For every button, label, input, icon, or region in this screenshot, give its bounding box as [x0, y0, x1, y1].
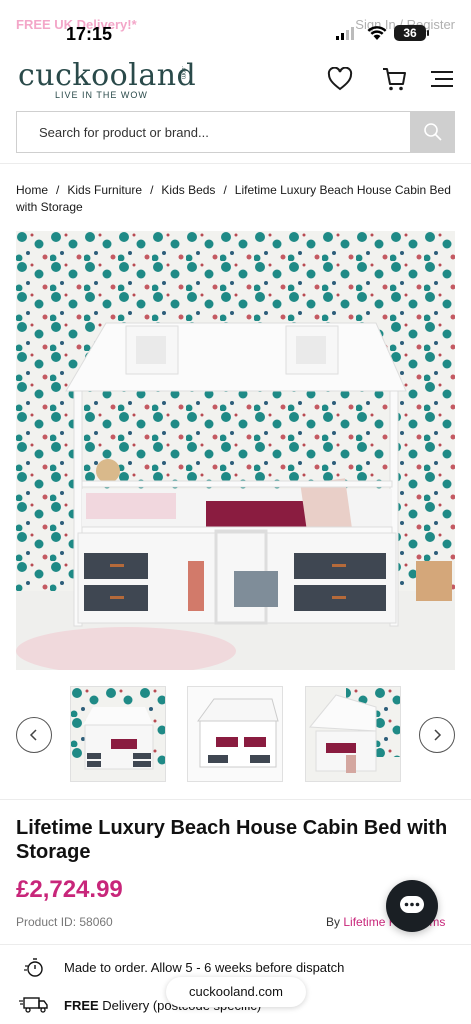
thumbnail-1[interactable] — [70, 686, 166, 782]
carousel-next-button[interactable] — [419, 717, 455, 753]
logo-suffix: .com — [180, 66, 186, 80]
delivery-free-label: FREE — [64, 997, 99, 1013]
search-input[interactable] — [16, 111, 410, 153]
status-time: 17:15 — [66, 24, 113, 44]
chevron-right-icon — [434, 729, 442, 741]
product-title: Lifetime Luxury Beach House Cabin Bed wi… — [16, 817, 448, 863]
info-divider — [0, 944, 471, 945]
made-to-order-text: Made to order. Allow 5 - 6 weeks before … — [64, 959, 345, 975]
chat-button[interactable] — [386, 880, 438, 932]
delivery-truck-icon — [16, 996, 52, 1014]
breadcrumb-home[interactable]: Home — [16, 183, 48, 197]
brand-prefix: By — [326, 915, 341, 929]
product-price: £2,724.99 — [16, 876, 123, 903]
chevron-left-icon — [29, 729, 37, 741]
browser-url-bar[interactable]: cuckooland.com — [166, 977, 306, 1007]
breadcrumb-kids-beds[interactable]: Kids Beds — [161, 183, 215, 197]
menu-hamburger-icon[interactable] — [427, 64, 457, 94]
stopwatch-icon — [16, 956, 52, 978]
search-button[interactable] — [410, 111, 455, 153]
site-tagline: LIVE IN THE WOW — [55, 90, 148, 100]
wishlist-heart-icon[interactable] — [325, 64, 355, 94]
wifi-icon — [367, 26, 387, 40]
thumbnail-2[interactable] — [187, 686, 283, 782]
product-main-image[interactable] — [16, 231, 455, 670]
breadcrumb-kids-furniture[interactable]: Kids Furniture — [67, 183, 142, 197]
header-divider — [0, 163, 471, 164]
cart-icon[interactable] — [379, 64, 409, 94]
breadcrumb: Home / Kids Furniture / Kids Beds / Lifetime L… — [16, 183, 451, 214]
carousel-prev-button[interactable] — [16, 717, 52, 753]
battery-indicator: 36 — [394, 25, 429, 41]
product-id: Product ID: 58060 — [16, 915, 113, 929]
thumbnail-carousel — [16, 686, 455, 782]
gallery-divider — [0, 799, 471, 800]
site-header: cuckooland .com LIVE IN THE WOW — [0, 50, 471, 106]
search-bar — [16, 111, 455, 153]
search-icon — [423, 123, 442, 141]
signal-icon — [336, 27, 354, 40]
made-to-order-row: Made to order. Allow 5 - 6 weeks before … — [16, 956, 455, 978]
site-logo[interactable]: cuckooland — [18, 58, 196, 93]
chat-icon — [400, 896, 424, 913]
thumbnail-3[interactable] — [305, 686, 401, 782]
status-bar: FREE UK Delivery!* Sign In / Register 17… — [0, 0, 471, 46]
